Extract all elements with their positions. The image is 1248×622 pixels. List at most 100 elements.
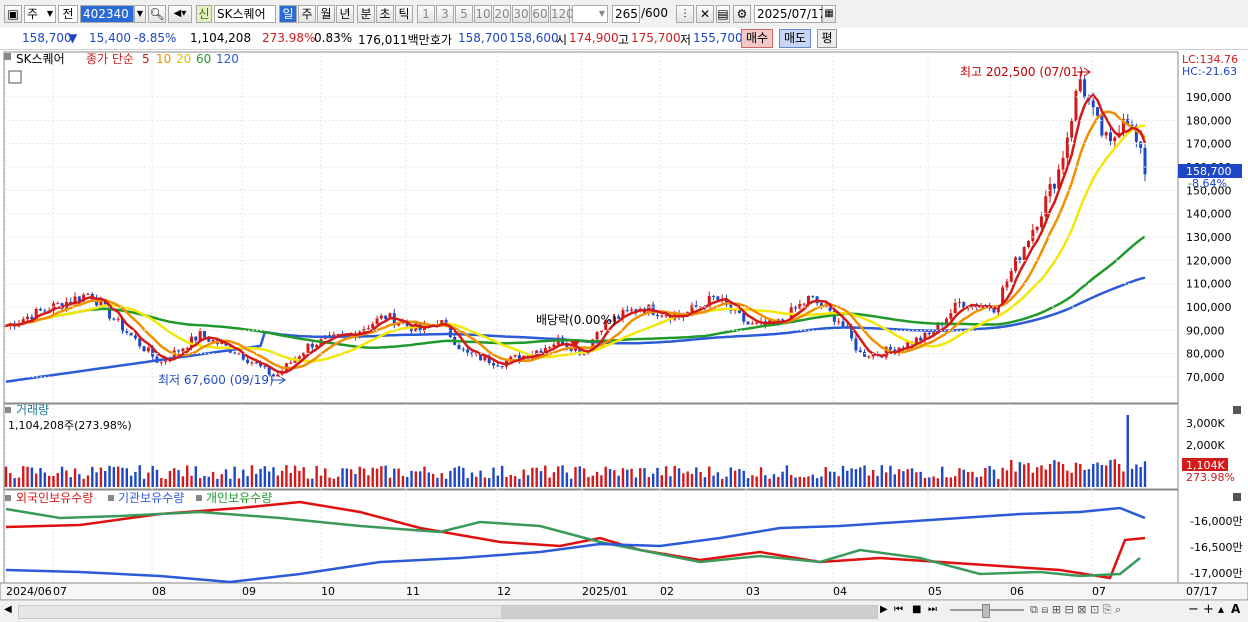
close-panel-icon[interactable] [1233,493,1241,501]
x-axis-label: 07 [1092,585,1106,598]
close-panel-icon[interactable] [1233,406,1241,414]
volume-bar [198,478,202,487]
save-icon[interactable]: ▤ [716,5,730,23]
font-size-icon[interactable]: A [1231,602,1240,616]
holdings-ytick-2: -17,000만 [1190,567,1243,580]
stock-name-field[interactable]: SK스퀘어 [214,5,276,23]
volume-bar [936,478,940,487]
candle-body [1078,79,1082,92]
candle-body [1035,226,1039,230]
zoom-in-icon[interactable]: + [1203,602,1214,617]
interval-10-button[interactable]: 10 [474,5,492,23]
candle-type-icon[interactable]: ⫶ [676,5,694,23]
hc-label: HC:-21.63 [1182,65,1237,78]
code-dropdown-icon[interactable]: ▼ [134,5,146,23]
volume-bar [531,467,534,487]
sell-button[interactable]: 매도 [779,29,811,48]
open-price: 174,900 [569,31,619,45]
scroll-left-icon[interactable]: ◀ [4,604,12,615]
period-second-button[interactable]: 초 [376,5,394,23]
volume-bar [151,466,154,487]
volume-bar [155,469,159,487]
period-week-button[interactable]: 주 [298,5,316,23]
legend-stock-name: SK스퀘어 [16,52,65,66]
table-toggle-icon[interactable] [8,70,22,84]
volume-bar [449,470,452,487]
volume-bar [302,467,305,487]
stock-chart[interactable]: SK스퀘어 종가 단순 5 10 20 60 120 최고 202,500 (0… [0,50,1248,601]
period-day-button[interactable]: 일 [279,5,297,23]
volume-bar [578,466,582,487]
buy-button[interactable]: 매수 [741,29,773,48]
interval-20-button[interactable]: 20 [493,5,511,23]
last-page-icon[interactable]: ⏭ [928,604,937,615]
low-annotation: 최저 67,600 (09/19) [158,373,274,387]
credit-button[interactable]: 신 [196,5,212,23]
first-page-icon[interactable]: ⏮ [894,604,903,615]
range-button[interactable]: 전 [58,5,78,23]
period-minute-button[interactable]: 분 [357,5,375,23]
count-input[interactable]: 265 [612,5,640,23]
high-annotation: 최고 202,500 (07/01) [960,65,1083,79]
candle-body [375,318,379,325]
eval-button[interactable]: 평 [817,29,837,48]
speaker-icon[interactable]: ◀▾ [168,5,192,23]
interval-60-button[interactable]: 60 [531,5,549,23]
scroll-right-icon[interactable]: ▶ [880,604,888,615]
candle-body [811,295,815,297]
volume-bar [99,467,103,487]
candle-body [1091,100,1095,108]
ask-label: 호가 [430,33,453,47]
calendar-icon[interactable]: ▦ [822,5,836,23]
crosshair-icon[interactable]: ✕ [696,5,714,23]
volume-bar [216,478,219,487]
individual-holdings-label: 개인보유수량 [206,491,272,505]
chart-area[interactable]: SK스퀘어 종가 단순 5 10 20 60 120 최고 202,500 (0… [0,50,1248,601]
volume-bar [798,476,802,487]
zoom-slider-handle[interactable] [982,604,990,618]
layout-icons[interactable]: ⧉ ⧈ ⊞ ⊟ ⊠ ⊡ ⎘ ⌕ [1030,603,1121,617]
volume-bar [561,465,564,487]
price-ytick: 130,000 [1186,231,1232,244]
period-tick-button[interactable]: 틱 [395,5,413,23]
candle-body [26,316,30,320]
gear-icon[interactable]: ⚙ [733,5,751,23]
candle-body [1005,281,1009,288]
period-month-button[interactable]: 월 [317,5,335,23]
scale-up-icon[interactable]: ▴ [1218,602,1224,616]
interval-5-button[interactable]: 5 [455,5,473,23]
candle-body [716,296,720,300]
horizontal-scrollbar[interactable] [18,605,878,619]
volume-bar [358,466,361,487]
custom-interval-dropdown[interactable]: ▼ [572,5,608,23]
stock-code-input[interactable]: 402340 [80,5,134,23]
interval-120-button[interactable]: 120 [550,5,574,23]
volume-bar [742,470,745,487]
scrollbar-thumb[interactable] [501,606,877,618]
interval-30-button[interactable]: 30 [512,5,530,23]
volume-bar [104,470,107,487]
zoom-out-icon[interactable]: − [1188,602,1199,617]
stop-icon[interactable]: ■ [912,604,921,615]
high-price: 175,700 [631,31,681,45]
market-type-dropdown[interactable]: 주 ▼ [24,5,56,23]
volume-bar [138,465,141,487]
volume-bar [526,475,530,487]
volume-bar [738,469,741,487]
volume-bar [65,470,68,487]
interval-3-button[interactable]: 3 [436,5,454,23]
volume-bar [997,478,1000,487]
candle-body [798,304,802,309]
candle-body [1100,115,1104,136]
interval-1-button[interactable]: 1 [417,5,435,23]
volume-bar [22,466,25,487]
period-year-button[interactable]: 년 [336,5,354,23]
volume-bar [604,466,607,487]
volume-bar [513,476,517,487]
search-icon[interactable]: 🔍︎ [148,5,166,23]
window-menu-icon[interactable]: ▣ [4,5,22,23]
volume-bar [186,465,189,487]
date-input[interactable]: 2025/07/17 [754,5,826,23]
legend-ma5: 5 [142,52,150,66]
volume-bar [173,468,176,487]
